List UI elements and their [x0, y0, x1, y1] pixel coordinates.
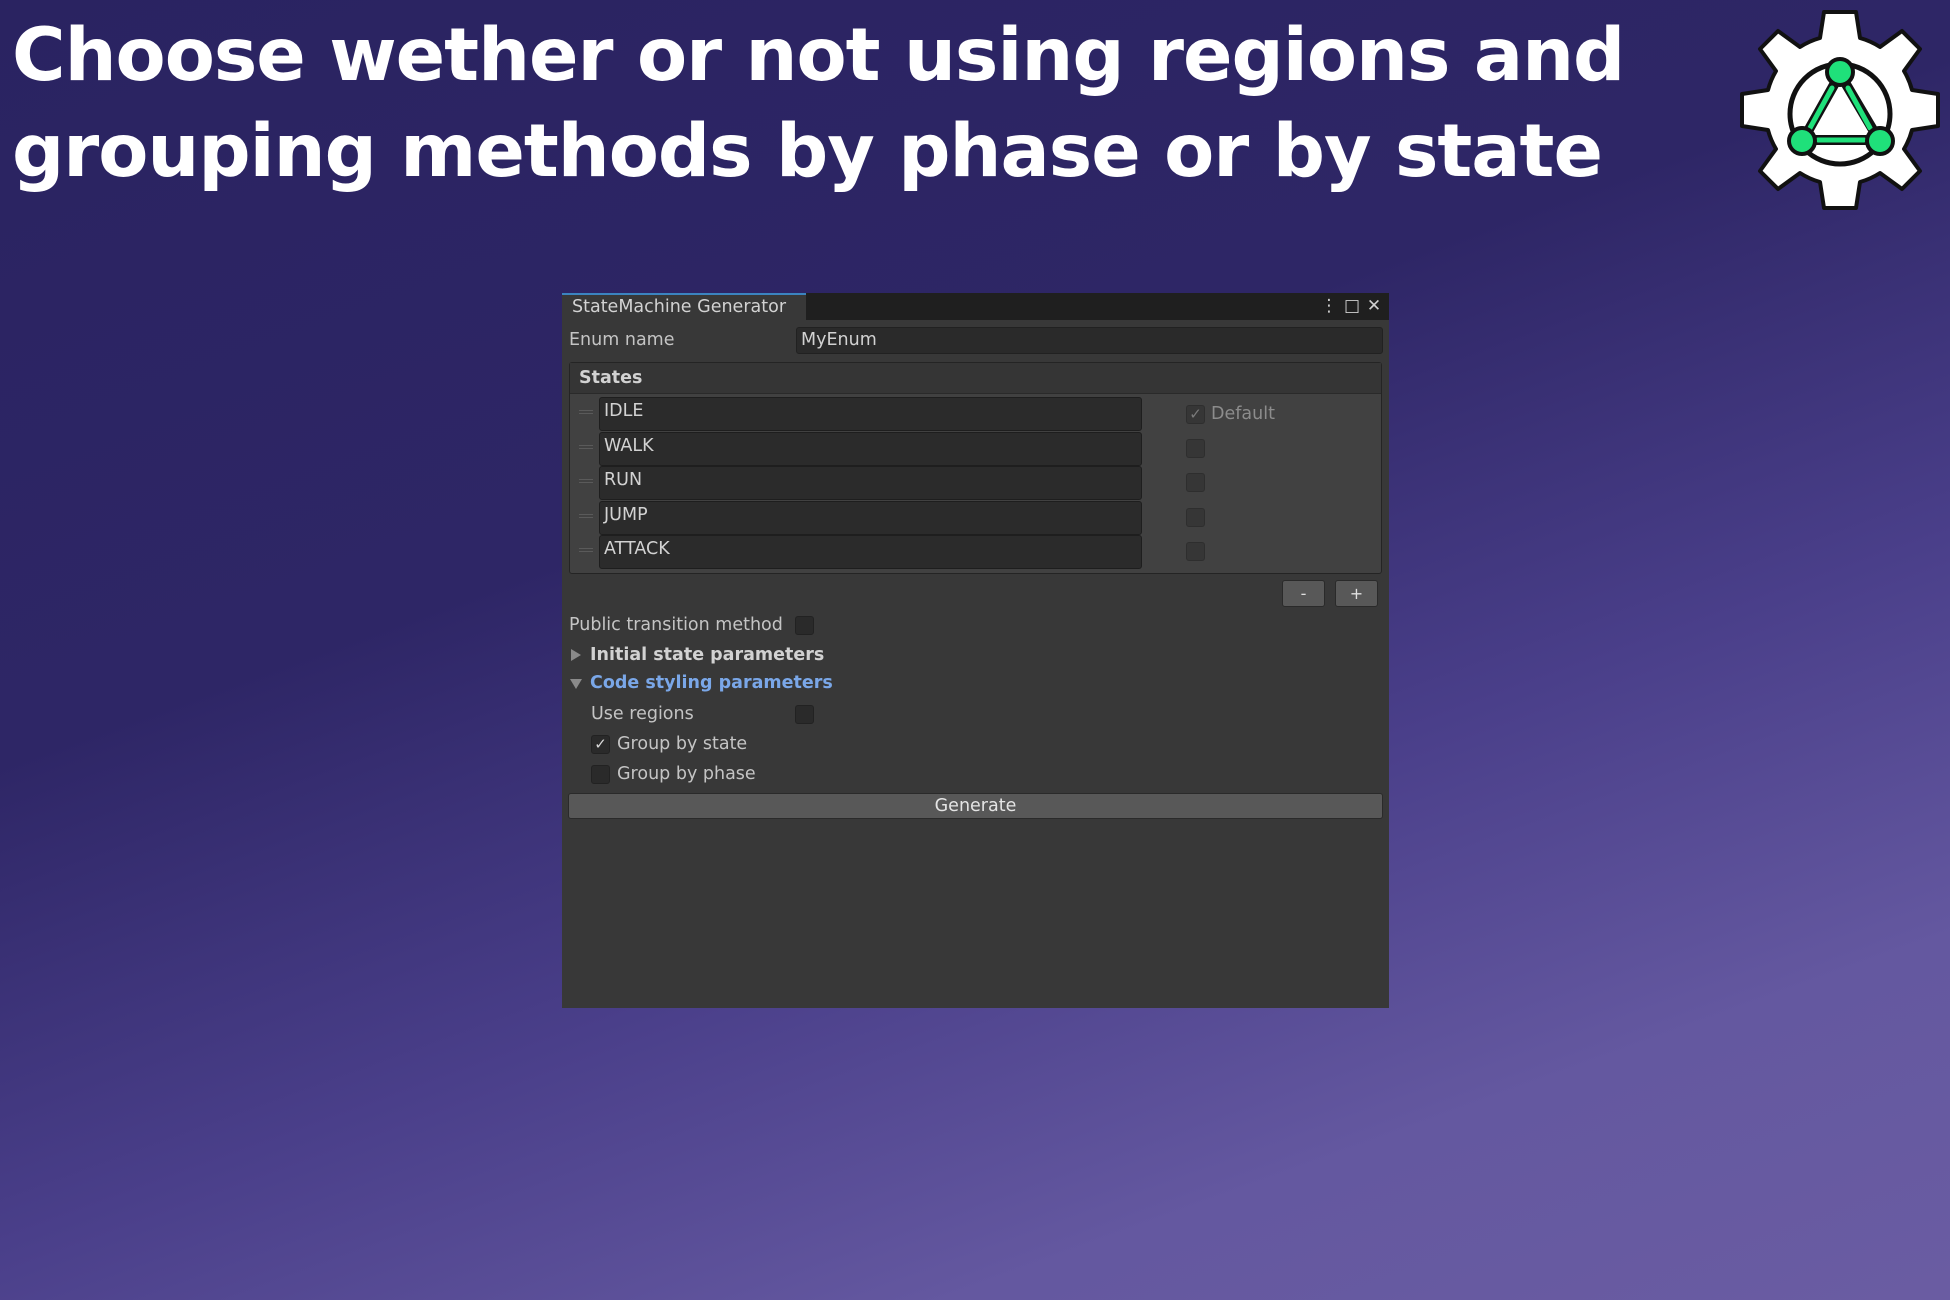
close-icon[interactable]: ✕	[1364, 295, 1384, 317]
default-checkbox[interactable]	[1186, 439, 1205, 458]
enum-name-label: Enum name	[569, 330, 675, 350]
group-by-state-checkbox[interactable]: ✓	[591, 735, 610, 754]
window-titlebar: StateMachine Generator ⋮ □ ✕	[562, 293, 1389, 320]
state-name-input[interactable]: ATTACK	[599, 535, 1142, 569]
default-checkbox[interactable]	[1186, 542, 1205, 561]
enum-name-input[interactable]: MyEnum	[796, 327, 1383, 354]
state-name-input[interactable]: RUN	[599, 466, 1142, 500]
use-regions-label: Use regions	[591, 704, 694, 724]
expanded-arrow-icon[interactable]	[570, 679, 582, 689]
headline-line-1: Choose wether or not using regions and	[12, 13, 1625, 98]
default-checkbox[interactable]	[1186, 473, 1205, 492]
default-checkbox[interactable]	[1186, 508, 1205, 527]
default-checkbox[interactable]: ✓	[1186, 405, 1205, 424]
statemachine-generator-window: StateMachine Generator ⋮ □ ✕ Enum name M…	[562, 293, 1389, 1008]
code-styling-parameters-foldout[interactable]: Code styling parameters	[590, 673, 833, 693]
generate-button[interactable]: Generate	[568, 793, 1383, 819]
public-transition-checkbox[interactable]	[795, 616, 814, 635]
drag-handle-icon[interactable]	[579, 548, 593, 552]
use-regions-checkbox[interactable]	[795, 705, 814, 724]
headline-line-2: grouping methods by phase or by state	[12, 109, 1603, 194]
states-list: States IDLE ✓ Default WALK RUN JUMP ATTA…	[569, 362, 1382, 574]
states-header[interactable]: States	[570, 363, 1381, 394]
collapsed-arrow-icon[interactable]	[571, 649, 581, 661]
drag-handle-icon[interactable]	[579, 410, 593, 414]
drag-handle-icon[interactable]	[579, 514, 593, 518]
more-options-icon[interactable]: ⋮	[1319, 295, 1339, 317]
drag-handle-icon[interactable]	[579, 479, 593, 483]
window-tab[interactable]: StateMachine Generator	[562, 293, 806, 320]
add-state-button[interactable]: +	[1335, 580, 1378, 607]
state-name-input[interactable]: JUMP	[599, 501, 1142, 535]
group-by-state-label: Group by state	[617, 734, 748, 754]
public-transition-label: Public transition method	[569, 615, 783, 635]
initial-state-parameters-foldout[interactable]: Initial state parameters	[590, 645, 824, 665]
maximize-icon[interactable]: □	[1342, 295, 1362, 317]
drag-handle-icon[interactable]	[579, 445, 593, 449]
headline: Choose wether or not using regions and g…	[12, 8, 1625, 200]
gear-state-machine-logo-icon	[1738, 8, 1942, 212]
state-name-input[interactable]: IDLE	[599, 397, 1142, 431]
remove-state-button[interactable]: -	[1282, 580, 1325, 607]
group-by-phase-checkbox[interactable]	[591, 765, 610, 784]
default-label: Default	[1211, 404, 1275, 424]
group-by-phase-label: Group by phase	[617, 764, 756, 784]
state-name-input[interactable]: WALK	[599, 432, 1142, 466]
